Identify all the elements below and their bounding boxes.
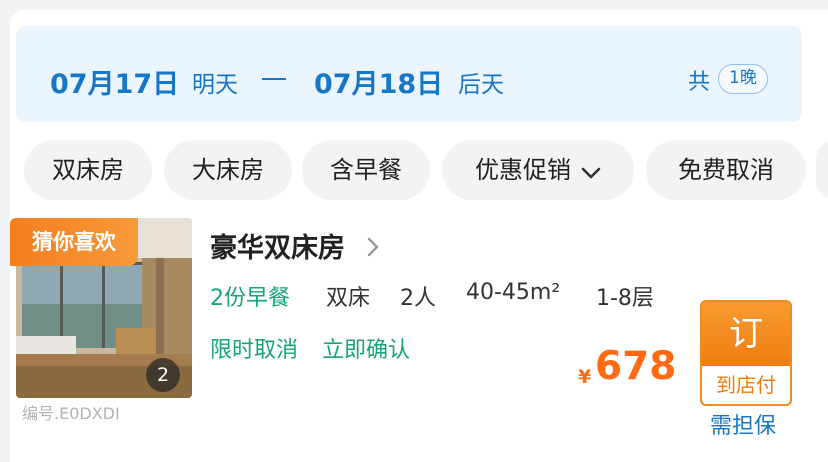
date-selector[interactable]: 07月17日 明天 07月18日 后天 共 1晚 xyxy=(16,26,802,122)
filter-label: 优惠促销 xyxy=(475,156,571,184)
filter-free-cancel[interactable]: 免费取消 xyxy=(646,140,806,200)
recommend-tag: 猜你喜欢 xyxy=(10,218,138,266)
breakfast-info: 2份早餐 xyxy=(210,286,290,311)
nights-badge: 1晚 xyxy=(718,64,768,94)
filter-promotions[interactable]: 优惠促销 xyxy=(442,140,634,200)
checkin-date[interactable]: 07月17日 xyxy=(50,62,179,101)
pay-at-hotel-label: 到店付 xyxy=(716,373,776,397)
filter-twin-bed[interactable]: 双床房 xyxy=(24,140,152,200)
area-info: 40-45m² xyxy=(466,280,561,305)
filter-breakfast[interactable]: 含早餐 xyxy=(302,140,430,200)
filter-label: 大床房 xyxy=(192,156,264,184)
book-button[interactable]: 订 到店付 xyxy=(700,300,792,406)
confirm-policy: 立即确认 xyxy=(322,338,411,363)
book-label: 订 xyxy=(702,302,790,366)
checkout-date[interactable]: 07月18日 xyxy=(314,62,443,101)
checkin-label: 明天 xyxy=(192,72,238,98)
chevron-down-icon xyxy=(581,141,601,201)
filter-label: 双床房 xyxy=(52,156,124,184)
checkout-label: 后天 xyxy=(458,72,504,98)
photo-count-badge: 2 xyxy=(146,358,180,392)
room-code: 编号.E0DXDI xyxy=(22,404,120,423)
chevron-right-icon[interactable] xyxy=(366,236,380,262)
filter-label: 含早餐 xyxy=(330,156,402,184)
guarantee-note: 需担保 xyxy=(710,414,777,439)
total-prefix: 共 xyxy=(688,70,711,95)
date-separator xyxy=(262,78,286,80)
filter-chips: 双床房 大床房 含早餐 优惠促销 免费取消 xyxy=(12,140,828,200)
filter-double-bed[interactable]: 大床房 xyxy=(164,140,292,200)
filter-label: 免费取消 xyxy=(678,156,774,184)
floor-info: 1-8层 xyxy=(596,286,654,311)
bed-info: 双床 xyxy=(326,286,371,311)
filter-more-partial[interactable] xyxy=(816,140,828,200)
guest-info: 2人 xyxy=(400,286,436,311)
currency-symbol: ¥ xyxy=(578,366,592,388)
cancel-policy: 限时取消 xyxy=(210,338,299,363)
room-title[interactable]: 豪华双床房 xyxy=(210,226,345,265)
room-price: 678 xyxy=(595,344,677,389)
